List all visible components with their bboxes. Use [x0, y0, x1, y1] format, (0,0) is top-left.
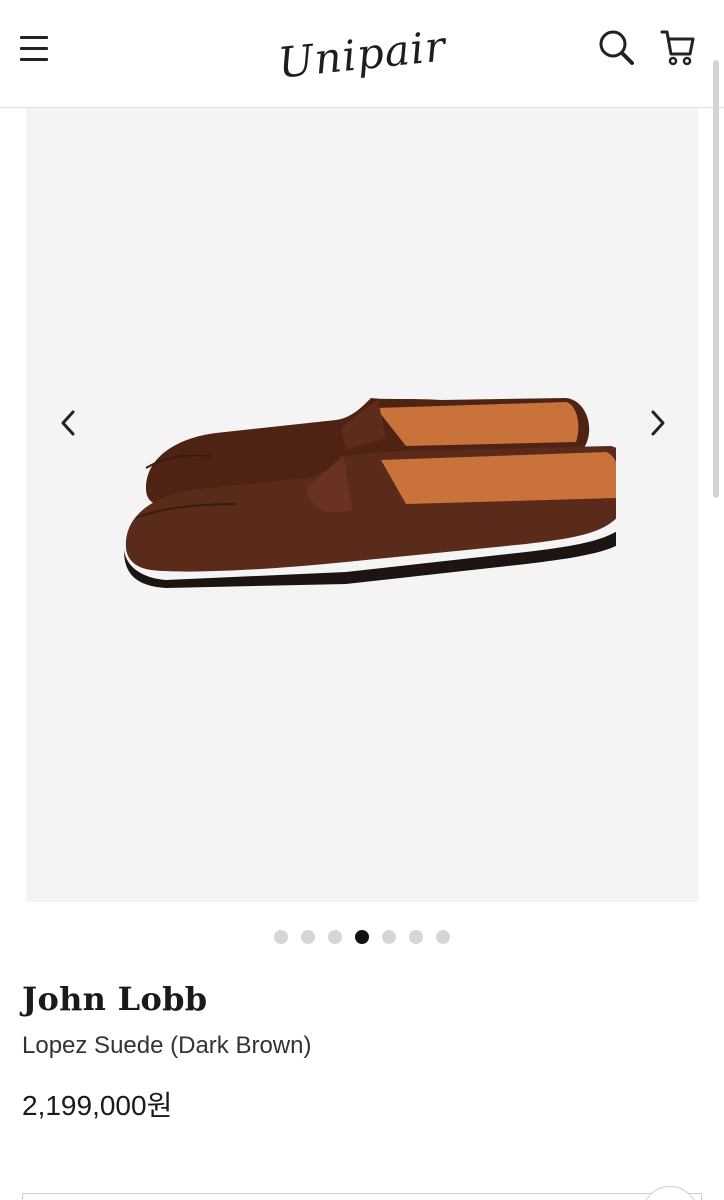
gallery-dot-7[interactable] [436, 930, 450, 944]
floating-button[interactable] [642, 1186, 698, 1200]
gallery-dot-3[interactable] [328, 930, 342, 944]
search-icon[interactable] [596, 28, 636, 68]
cart-icon[interactable] [658, 28, 698, 68]
product-image-gallery[interactable] [26, 108, 698, 902]
product-image [124, 398, 616, 588]
gallery-dot-5[interactable] [382, 930, 396, 944]
gallery-dot-1[interactable] [274, 930, 288, 944]
gallery-dot-6[interactable] [409, 930, 423, 944]
chevron-right-icon[interactable] [642, 406, 672, 440]
scrollbar[interactable] [713, 60, 719, 498]
site-logo[interactable]: Unipair [258, 4, 465, 104]
product-brand: John Lobb [22, 980, 208, 1018]
product-name: Lopez Suede (Dark Brown) [22, 1032, 312, 1059]
gallery-dot-2[interactable] [301, 930, 315, 944]
chevron-left-icon[interactable] [54, 406, 84, 440]
option-selector[interactable] [22, 1193, 702, 1200]
gallery-dot-4-active[interactable] [355, 930, 369, 944]
site-header: Unipair [0, 0, 724, 108]
hamburger-menu-icon[interactable] [20, 34, 50, 62]
gallery-pagination [0, 930, 724, 944]
product-price: 2,199,000원 [22, 1090, 173, 1121]
